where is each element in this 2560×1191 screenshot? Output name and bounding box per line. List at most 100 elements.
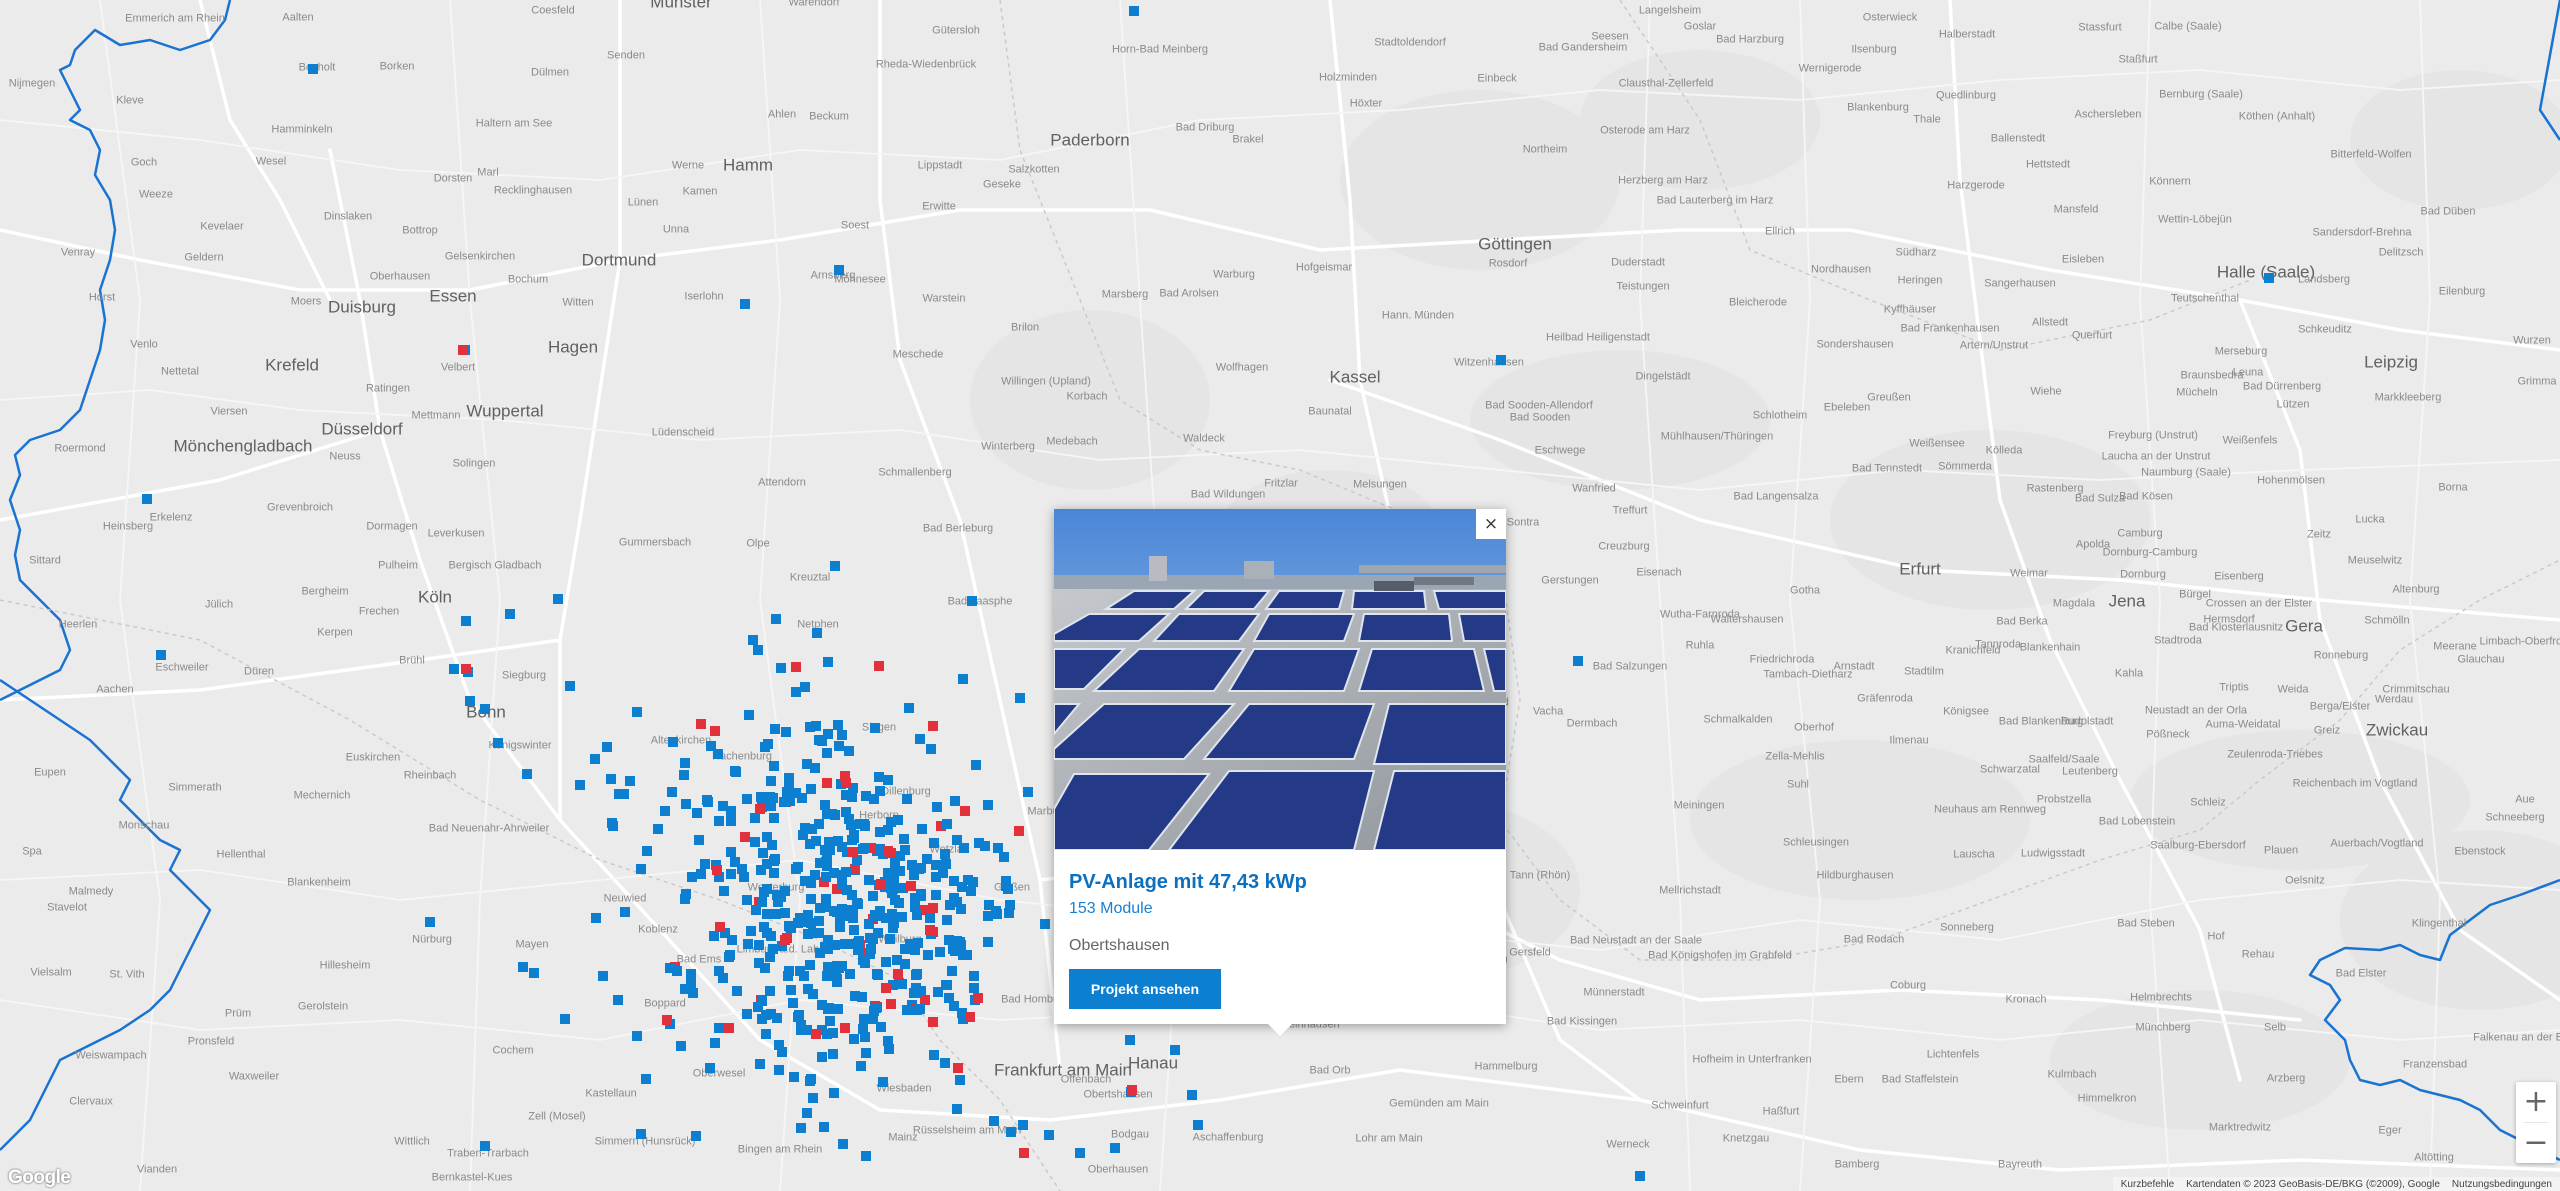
project-marker[interactable]	[793, 862, 803, 872]
project-marker[interactable]	[969, 971, 979, 981]
project-marker[interactable]	[796, 1123, 806, 1133]
project-marker[interactable]	[687, 872, 697, 882]
project-marker[interactable]	[811, 836, 821, 846]
project-marker[interactable]	[828, 1049, 838, 1059]
project-marker[interactable]	[766, 801, 776, 811]
project-marker[interactable]	[768, 944, 778, 954]
project-marker[interactable]	[625, 776, 635, 786]
project-marker[interactable]	[746, 926, 756, 936]
project-marker[interactable]	[860, 955, 870, 965]
project-marker[interactable]	[696, 719, 706, 729]
project-marker[interactable]	[770, 854, 780, 864]
project-marker[interactable]	[773, 897, 783, 907]
project-marker[interactable]	[832, 961, 842, 971]
project-marker[interactable]	[761, 1029, 771, 1039]
project-marker[interactable]	[967, 596, 977, 606]
project-marker[interactable]	[505, 609, 515, 619]
project-marker[interactable]	[1044, 1130, 1054, 1140]
project-marker[interactable]	[805, 1076, 815, 1086]
project-marker[interactable]	[710, 1038, 720, 1048]
project-marker[interactable]	[906, 881, 916, 891]
project-marker[interactable]	[802, 1025, 812, 1035]
project-marker[interactable]	[613, 995, 623, 1005]
project-marker[interactable]	[849, 833, 859, 843]
project-marker[interactable]	[679, 770, 689, 780]
project-marker[interactable]	[830, 810, 840, 820]
project-marker[interactable]	[881, 983, 891, 993]
project-marker[interactable]	[847, 792, 857, 802]
project-marker[interactable]	[1193, 1120, 1203, 1130]
project-marker[interactable]	[755, 804, 765, 814]
project-marker[interactable]	[823, 657, 833, 667]
project-marker[interactable]	[868, 891, 878, 901]
project-marker[interactable]	[1129, 6, 1139, 16]
project-marker[interactable]	[636, 864, 646, 874]
project-marker[interactable]	[845, 969, 855, 979]
project-marker[interactable]	[942, 819, 952, 829]
project-marker[interactable]	[668, 737, 678, 747]
project-marker[interactable]	[810, 763, 820, 773]
project-marker[interactable]	[714, 1023, 724, 1033]
project-marker[interactable]	[823, 962, 833, 972]
project-marker[interactable]	[740, 832, 750, 842]
project-marker[interactable]	[956, 940, 966, 950]
project-marker[interactable]	[709, 931, 719, 941]
project-marker[interactable]	[797, 793, 807, 803]
project-marker[interactable]	[642, 846, 652, 856]
zoom-out-button[interactable]: −	[2516, 1123, 2556, 1163]
project-marker[interactable]	[1573, 656, 1583, 666]
project-marker[interactable]	[1023, 787, 1033, 797]
project-marker[interactable]	[786, 985, 796, 995]
project-marker[interactable]	[760, 742, 770, 752]
project-marker[interactable]	[861, 1048, 871, 1058]
project-marker[interactable]	[929, 1050, 939, 1060]
project-marker[interactable]	[726, 869, 736, 879]
project-marker[interactable]	[999, 852, 1009, 862]
project-marker[interactable]	[876, 1022, 886, 1032]
project-marker[interactable]	[983, 800, 993, 810]
project-marker[interactable]	[762, 909, 772, 919]
project-marker[interactable]	[614, 789, 624, 799]
project-marker[interactable]	[1001, 876, 1011, 886]
project-marker[interactable]	[560, 1014, 570, 1024]
project-marker[interactable]	[872, 911, 882, 921]
project-marker[interactable]	[522, 769, 532, 779]
project-marker[interactable]	[822, 778, 832, 788]
project-marker[interactable]	[883, 846, 893, 856]
project-marker[interactable]	[1187, 1090, 1197, 1100]
project-marker[interactable]	[553, 594, 563, 604]
project-marker[interactable]	[766, 931, 776, 941]
project-marker[interactable]	[912, 910, 922, 920]
project-marker[interactable]	[762, 884, 772, 894]
project-marker[interactable]	[465, 696, 475, 706]
project-marker[interactable]	[832, 977, 842, 987]
google-logo[interactable]: Google	[8, 1167, 71, 1189]
project-marker[interactable]	[802, 1108, 812, 1118]
project-marker[interactable]	[940, 849, 950, 859]
keyboard-shortcuts-link[interactable]: Kurzbefehle	[2115, 1179, 2180, 1190]
project-marker[interactable]	[480, 704, 490, 714]
project-marker[interactable]	[973, 993, 983, 1003]
project-marker[interactable]	[692, 808, 702, 818]
project-marker[interactable]	[750, 813, 760, 823]
project-marker[interactable]	[833, 1004, 843, 1014]
project-marker[interactable]	[889, 918, 899, 928]
project-marker[interactable]	[912, 1005, 922, 1015]
project-marker[interactable]	[944, 993, 954, 1003]
project-marker[interactable]	[780, 908, 790, 918]
project-marker[interactable]	[493, 738, 503, 748]
project-marker[interactable]	[1005, 900, 1015, 910]
project-marker[interactable]	[849, 925, 859, 935]
project-marker[interactable]	[852, 898, 862, 908]
project-marker[interactable]	[606, 774, 616, 784]
project-marker[interactable]	[885, 880, 895, 890]
project-marker[interactable]	[841, 867, 851, 877]
project-marker[interactable]	[860, 1032, 870, 1042]
project-marker[interactable]	[480, 1141, 490, 1151]
project-marker[interactable]	[808, 1093, 818, 1103]
project-marker[interactable]	[833, 836, 843, 846]
project-marker[interactable]	[859, 1014, 869, 1024]
project-marker[interactable]	[529, 968, 539, 978]
project-marker[interactable]	[696, 869, 706, 879]
project-marker[interactable]	[932, 802, 942, 812]
